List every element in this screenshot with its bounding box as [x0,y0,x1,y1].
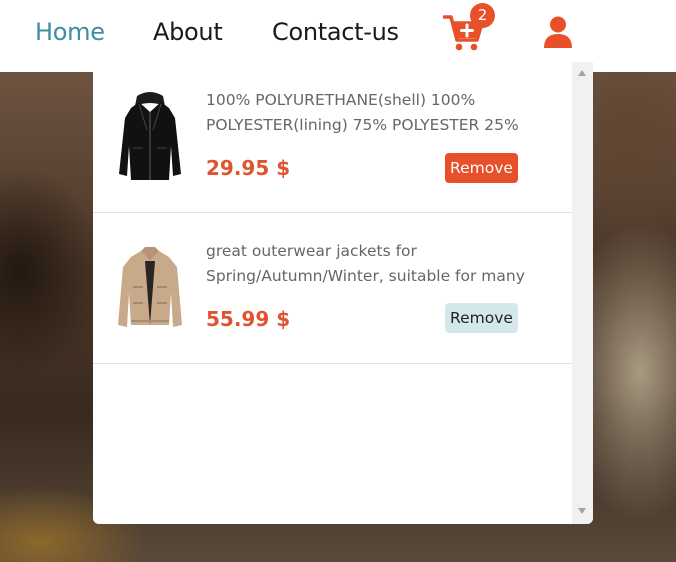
nav-link-about[interactable]: About [153,18,223,46]
nav-link-contact[interactable]: Contact-us [272,18,399,46]
item-description-line: POLYESTER(lining) 75% POLYESTER 25% [206,116,519,134]
item-description-line: 100% POLYURETHANE(shell) 100% [206,91,476,109]
scroll-down-arrow-icon[interactable] [578,508,586,514]
cart-count-badge: 2 [470,3,495,28]
item-price: 55.99 $ [206,307,291,331]
black-jacket-image [119,92,181,180]
item-description-line: Spring/Autumn/Winter, suitable for many [206,267,525,285]
scrollbar[interactable] [572,62,593,524]
item-price: 29.95 $ [206,156,291,180]
nav-link-home[interactable]: Home [35,18,105,46]
remove-button[interactable]: Remove [445,303,518,333]
cart-dropdown: 100% POLYURETHANE(shell) 100% POLYESTER(… [93,62,593,524]
item-description-line: great outerwear jackets for [206,242,417,260]
user-icon[interactable] [543,16,573,48]
cart-item: 100% POLYURETHANE(shell) 100% POLYESTER(… [93,62,572,213]
cart-item: great outerwear jackets for Spring/Autum… [93,213,572,364]
scroll-up-arrow-icon[interactable] [578,70,586,76]
remove-button[interactable]: Remove [445,153,518,183]
beige-jacket-image [118,247,182,327]
